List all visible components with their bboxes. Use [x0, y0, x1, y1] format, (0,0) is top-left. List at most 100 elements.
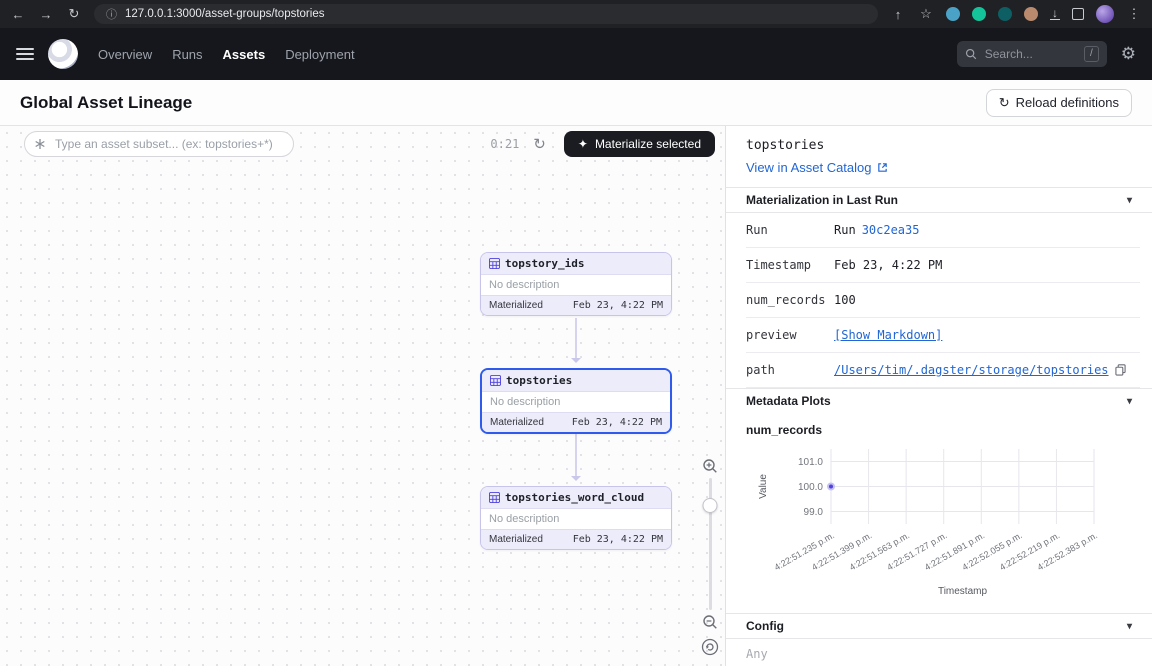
asset-timestamp: Feb 23, 4:22 PM	[573, 300, 663, 311]
edge-arrow	[575, 318, 577, 362]
browser-chrome: ← → ↻ ⓘ 127.0.0.1:3000/asset-groups/tops…	[0, 0, 1152, 28]
zoom-slider-handle[interactable]	[703, 498, 718, 513]
extension-icon-2[interactable]	[972, 7, 986, 21]
svg-text:100.0: 100.0	[798, 482, 823, 493]
settings-gear-icon[interactable]: ⚙	[1121, 44, 1136, 64]
url-text: 127.0.0.1:3000/asset-groups/topstories	[125, 8, 324, 20]
chevron-down-icon: ▾	[1127, 396, 1132, 407]
table-row: Run Run 30c2ea35	[746, 213, 1140, 248]
table-row: path /Users/tim/.dagster/storage/topstor…	[746, 353, 1140, 388]
table-icon	[489, 258, 500, 269]
svg-text:4:22:51.235 p.m.: 4:22:51.235 p.m.	[772, 530, 836, 572]
url-bar[interactable]: ⓘ 127.0.0.1:3000/asset-groups/topstories	[94, 4, 878, 24]
metadata-key: Timestamp	[746, 258, 834, 272]
dagster-logo[interactable]	[48, 39, 78, 69]
zoom-out-icon[interactable]	[702, 614, 718, 630]
metadata-key: num_records	[746, 293, 834, 307]
profile-avatar[interactable]	[1096, 5, 1114, 23]
recenter-icon[interactable]	[701, 638, 719, 656]
table-row: preview [Show Markdown]	[746, 318, 1140, 353]
nav-item-deployment[interactable]: Deployment	[285, 47, 354, 62]
metadata-key: path	[746, 363, 834, 377]
search-shortcut-key: /	[1084, 46, 1099, 62]
metadata-key: preview	[746, 328, 834, 342]
extension-icon-4[interactable]	[1024, 7, 1038, 21]
external-link-icon	[877, 162, 888, 173]
asset-node-topstory-ids[interactable]: topstory_ids No description Materialized…	[480, 252, 672, 316]
plot-title: num_records	[726, 413, 1152, 437]
tab-window-icon[interactable]	[1072, 8, 1084, 20]
nav-item-overview[interactable]: Overview	[98, 47, 152, 62]
path-link[interactable]: /Users/tim/.dagster/storage/topstories	[834, 363, 1109, 377]
refresh-timer: 0:21	[490, 137, 519, 151]
svg-text:Value: Value	[758, 474, 769, 499]
zoom-controls	[700, 458, 720, 656]
asset-filter-input[interactable]	[24, 131, 294, 157]
materialize-selected-button[interactable]: ✦ Materialize selected	[564, 131, 715, 157]
reload-definitions-button[interactable]: ↻ Reload definitions	[986, 89, 1132, 117]
asset-name: topstories	[506, 374, 572, 387]
back-icon[interactable]: ←	[10, 7, 26, 22]
share-icon[interactable]: ↑	[890, 7, 906, 22]
metadata-key: Run	[746, 223, 834, 237]
downloads-icon[interactable]: ↓	[1050, 9, 1060, 20]
table-icon	[490, 375, 501, 386]
extension-icon-3[interactable]	[998, 7, 1012, 21]
asset-details-panel: topstories View in Asset Catalog Materia…	[725, 126, 1152, 666]
page-header: Global Asset Lineage ↻ Reload definition…	[0, 80, 1152, 126]
metadata-plot-container: 99.0100.0101.04:22:51.235 p.m.4:22:51.39…	[726, 437, 1152, 597]
run-link[interactable]: 30c2ea35	[862, 223, 920, 237]
zoom-in-icon[interactable]	[702, 458, 718, 474]
extension-icon-1[interactable]	[946, 7, 960, 21]
search-icon	[965, 48, 977, 60]
hamburger-menu-icon[interactable]	[16, 48, 34, 60]
metadata-value: 100	[834, 293, 856, 307]
forward-icon[interactable]: →	[38, 7, 54, 22]
plot-x-axis-label: Timestamp	[831, 586, 1094, 597]
chevron-down-icon: ▾	[1127, 621, 1132, 632]
nav-links: Overview Runs Assets Deployment	[98, 47, 355, 62]
svg-text:101.0: 101.0	[798, 457, 823, 468]
section-materialization[interactable]: Materialization in Last Run ▾	[726, 187, 1152, 213]
browser-reload-icon[interactable]: ↻	[66, 6, 82, 22]
lineage-graph-canvas[interactable]: 0:21 ↻ ✦ Materialize selected topstory_i…	[0, 126, 725, 666]
graph-refresh-icon[interactable]: ↻	[533, 135, 546, 153]
site-info-icon[interactable]: ⓘ	[106, 6, 117, 22]
asset-description: No description	[481, 275, 671, 295]
materialize-icon: ✦	[578, 137, 588, 151]
bookmark-star-icon[interactable]: ☆	[918, 6, 934, 22]
asset-description: No description	[481, 509, 671, 529]
nav-item-assets[interactable]: Assets	[223, 47, 266, 62]
asset-timestamp: Feb 23, 4:22 PM	[572, 417, 662, 428]
nav-item-runs[interactable]: Runs	[172, 47, 202, 62]
metadata-value: Feb 23, 4:22 PM	[834, 258, 942, 272]
asset-node-topstories[interactable]: topstories No description Materialized F…	[480, 368, 672, 434]
metadata-plot: 99.0100.0101.04:22:51.235 p.m.4:22:51.39…	[746, 439, 1133, 585]
table-row: Timestamp Feb 23, 4:22 PM	[746, 248, 1140, 283]
asset-node-topstories-word-cloud[interactable]: topstories_word_cloud No description Mat…	[480, 486, 672, 550]
section-config[interactable]: Config ▾	[726, 613, 1152, 639]
asset-filter-icon	[34, 138, 46, 150]
asset-description: No description	[482, 392, 670, 412]
browser-menu-icon[interactable]: ⋮	[1126, 6, 1142, 22]
page-title: Global Asset Lineage	[20, 93, 192, 113]
graph-toolbar: 0:21 ↻ ✦ Materialize selected	[24, 131, 715, 157]
selected-asset-title: topstories	[746, 138, 1132, 153]
edge-arrow	[575, 434, 577, 480]
app-nav: Overview Runs Assets Deployment Search..…	[0, 28, 1152, 80]
table-icon	[489, 492, 500, 503]
copy-icon[interactable]	[1115, 364, 1126, 376]
asset-status: Materialized	[490, 417, 544, 428]
view-in-asset-catalog-link[interactable]: View in Asset Catalog	[746, 160, 888, 175]
section-metadata-plots[interactable]: Metadata Plots ▾	[726, 388, 1152, 413]
show-markdown-link[interactable]: [Show Markdown]	[834, 328, 942, 342]
zoom-slider[interactable]	[709, 478, 712, 610]
reload-icon: ↻	[999, 95, 1010, 111]
asset-status: Materialized	[489, 534, 543, 545]
chevron-down-icon: ▾	[1127, 195, 1132, 206]
global-search[interactable]: Search... /	[957, 41, 1107, 67]
app-window: ← → ↻ ⓘ 127.0.0.1:3000/asset-groups/tops…	[0, 0, 1152, 666]
asset-timestamp: Feb 23, 4:22 PM	[573, 534, 663, 545]
materialization-table: Run Run 30c2ea35 Timestamp Feb 23, 4:22 …	[746, 213, 1140, 388]
asset-status: Materialized	[489, 300, 543, 311]
